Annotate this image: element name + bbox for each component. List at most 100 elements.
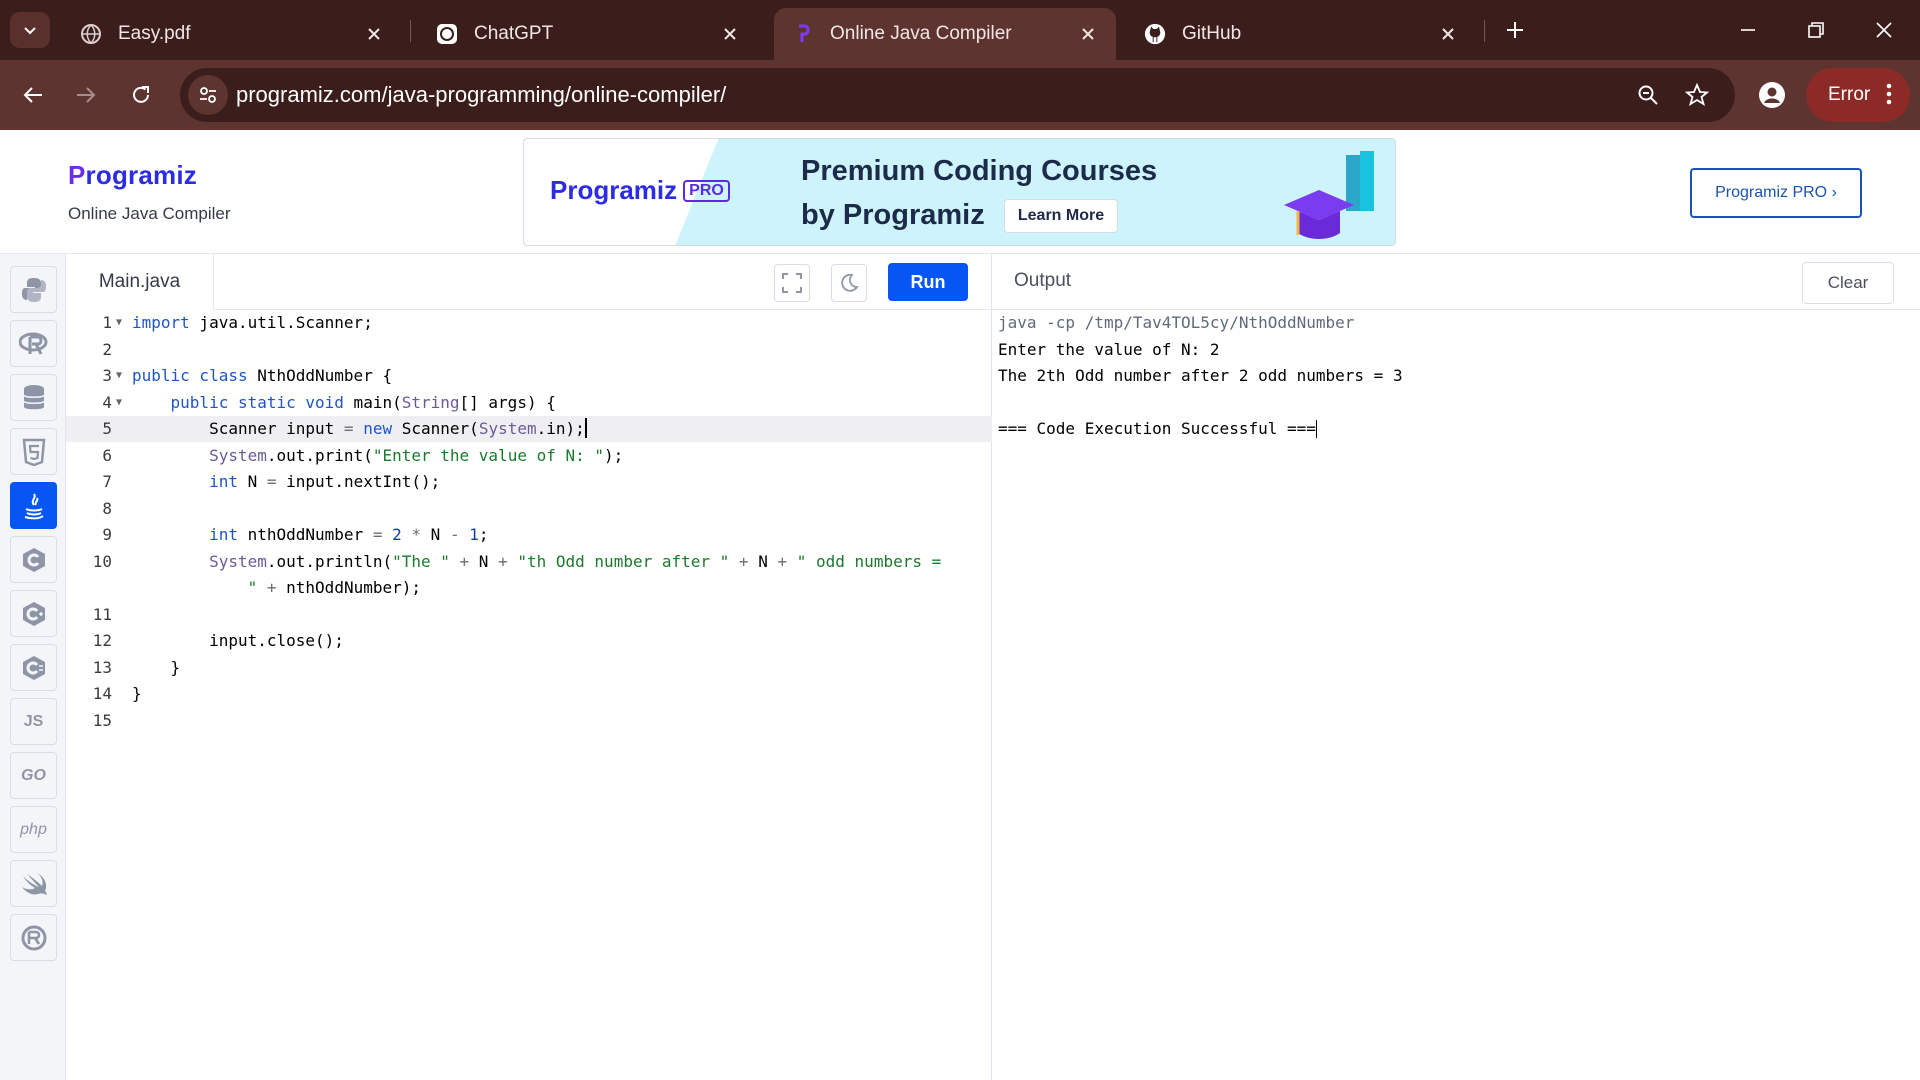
browser-toolbar: programiz.com/java-programming/online-co… — [0, 60, 1920, 130]
back-button[interactable] — [13, 75, 53, 115]
lang-html-icon[interactable] — [10, 428, 57, 475]
minimize-button[interactable] — [1718, 10, 1778, 50]
tab-close-icon[interactable] — [1436, 22, 1460, 46]
close-window-button[interactable] — [1854, 10, 1914, 50]
lang-rust-icon[interactable] — [10, 914, 57, 961]
restore-icon — [1808, 22, 1824, 38]
tab-separator — [1484, 20, 1485, 42]
code-line: 4 ▼ public static void main(String[] args… — [66, 390, 992, 416]
url-text[interactable]: programiz.com/java-programming/online-co… — [236, 82, 726, 108]
forward-button[interactable] — [66, 75, 106, 115]
execution-status: === Code Execution Successful === — [998, 419, 1316, 438]
tab-title: Easy.pdf — [118, 23, 191, 44]
globe-icon — [80, 23, 102, 45]
tab-close-icon[interactable] — [362, 22, 386, 46]
fullscreen-button[interactable] — [774, 264, 810, 302]
output-console[interactable]: java -cp /tmp/Tav4TOL5cy/NthOddNumber En… — [998, 310, 1403, 443]
code-line: 13 } — [66, 655, 992, 681]
browser-tabstrip: Easy.pdf ChatGPT Online Java Compiler Gi… — [0, 0, 1920, 60]
lang-r-icon[interactable] — [10, 320, 57, 367]
programiz-logo[interactable]: Programiz — [68, 160, 197, 191]
logo-mark: P — [68, 160, 86, 190]
kebab-menu-icon — [1886, 83, 1892, 111]
code-line: 15 — [66, 708, 992, 734]
tab-title: Online Java Compiler — [830, 23, 1012, 44]
lang-java-icon[interactable] — [10, 482, 57, 529]
restore-button[interactable] — [1786, 10, 1846, 50]
bookmark-star-icon[interactable] — [1682, 80, 1712, 110]
code-line: 9 int nthOddNumber = 2 * N - 1; — [66, 522, 992, 548]
line-number: 15 — [92, 710, 112, 730]
tab-online-java-compiler[interactable]: Online Java Compiler — [774, 8, 1116, 60]
code-line-wrapped: " + nthOddNumber); — [247, 578, 422, 597]
code-line: 2 — [66, 337, 992, 363]
lang-go-icon[interactable]: GO — [10, 752, 57, 799]
arrow-right-icon — [77, 87, 96, 103]
output-panel: Output Clear java -cp /tmp/Tav4TOL5cy/Nt… — [992, 254, 1920, 1080]
file-tab-main-java[interactable]: Main.java — [66, 254, 214, 310]
fold-arrow-icon[interactable]: ▼ — [116, 310, 122, 336]
site-header: Programiz Online Java Compiler Programiz… — [0, 130, 1920, 254]
line-number: 5 — [102, 419, 112, 438]
code-editor-panel: Main.java Run 1 ▼ import java.util.Scanner… — [66, 254, 992, 1080]
dark-mode-toggle[interactable] — [831, 264, 867, 302]
site-info-button[interactable] — [188, 75, 228, 115]
output-title: Output — [1014, 270, 1072, 291]
clear-button[interactable]: Clear — [1802, 262, 1894, 304]
code-area[interactable]: 1 ▼ import java.util.Scanner; 2 3 ▼ public c… — [66, 310, 992, 1080]
line-number: 3 — [102, 366, 112, 385]
arrow-left-icon — [23, 87, 42, 103]
output-header: Output Clear — [992, 254, 1920, 310]
tab-close-icon[interactable] — [718, 22, 742, 46]
programiz-icon — [792, 23, 814, 45]
line-number: 4 — [102, 392, 112, 412]
zoom-icon[interactable] — [1633, 80, 1663, 110]
lang-csharp-icon[interactable] — [10, 644, 57, 691]
output-line: java -cp /tmp/Tav4TOL5cy/NthOddNumber — [998, 313, 1355, 332]
lang-cpp-icon[interactable] — [10, 590, 57, 637]
error-button[interactable]: Error — [1806, 68, 1910, 122]
lang-c-icon[interactable] — [10, 536, 57, 583]
address-bar[interactable]: programiz.com/java-programming/online-co… — [180, 68, 1735, 122]
lang-sql-icon[interactable] — [10, 374, 57, 421]
tab-search-button[interactable] — [10, 12, 50, 48]
fold-arrow-icon[interactable]: ▼ — [116, 390, 122, 416]
output-line: === Code Execution Successful === — [998, 416, 1403, 443]
lang-python-icon[interactable] — [10, 266, 57, 313]
learn-more-button[interactable]: Learn More — [1004, 199, 1118, 233]
chatgpt-icon — [436, 23, 458, 45]
tab-easy-pdf[interactable]: Easy.pdf — [62, 8, 402, 60]
code-line: 6 System.out.print("Enter the value of N… — [66, 443, 992, 469]
lang-php-icon[interactable]: php — [10, 806, 57, 853]
tab-separator — [410, 20, 411, 42]
fold-arrow-icon[interactable]: ▼ — [116, 363, 122, 389]
code-line: 3 ▼ public class NthOddNumber { — [66, 363, 992, 389]
promo-banner[interactable]: Programiz PRO Premium Coding Courses by P… — [523, 138, 1396, 246]
lang-swift-icon[interactable] — [10, 860, 57, 907]
lang-php-label: php — [20, 820, 47, 838]
logo-text: rogramiz — [85, 160, 197, 190]
close-icon — [1876, 22, 1892, 38]
tab-chatgpt[interactable]: ChatGPT — [418, 8, 758, 60]
line-number: 11 — [92, 604, 112, 624]
code-line: 14} — [66, 681, 992, 707]
programiz-pro-button[interactable]: Programiz PRO › — [1690, 168, 1862, 218]
code-line: 12 input.close(); — [66, 628, 992, 654]
text-cursor — [584, 418, 587, 438]
run-button[interactable]: Run — [888, 263, 968, 301]
lang-js-icon[interactable]: JS — [10, 698, 57, 745]
tune-icon — [200, 87, 216, 103]
pro-badge: PRO — [683, 180, 730, 202]
tab-close-icon[interactable] — [1076, 22, 1100, 46]
profile-button[interactable] — [1752, 75, 1792, 115]
moon-icon — [841, 273, 859, 292]
line-number: 9 — [102, 525, 112, 544]
new-tab-button[interactable] — [1495, 12, 1535, 48]
banner-title: Premium Coding Courses — [801, 155, 1158, 187]
tab-github[interactable]: GitHub — [1126, 8, 1476, 60]
reload-button[interactable] — [121, 75, 161, 115]
lang-go-label: GO — [21, 766, 46, 784]
output-line: Enter the value of N: 2 — [998, 339, 1220, 359]
code-line-current: 5 Scanner input = new Scanner(System.in)… — [66, 416, 992, 442]
line-number: 13 — [92, 657, 112, 677]
